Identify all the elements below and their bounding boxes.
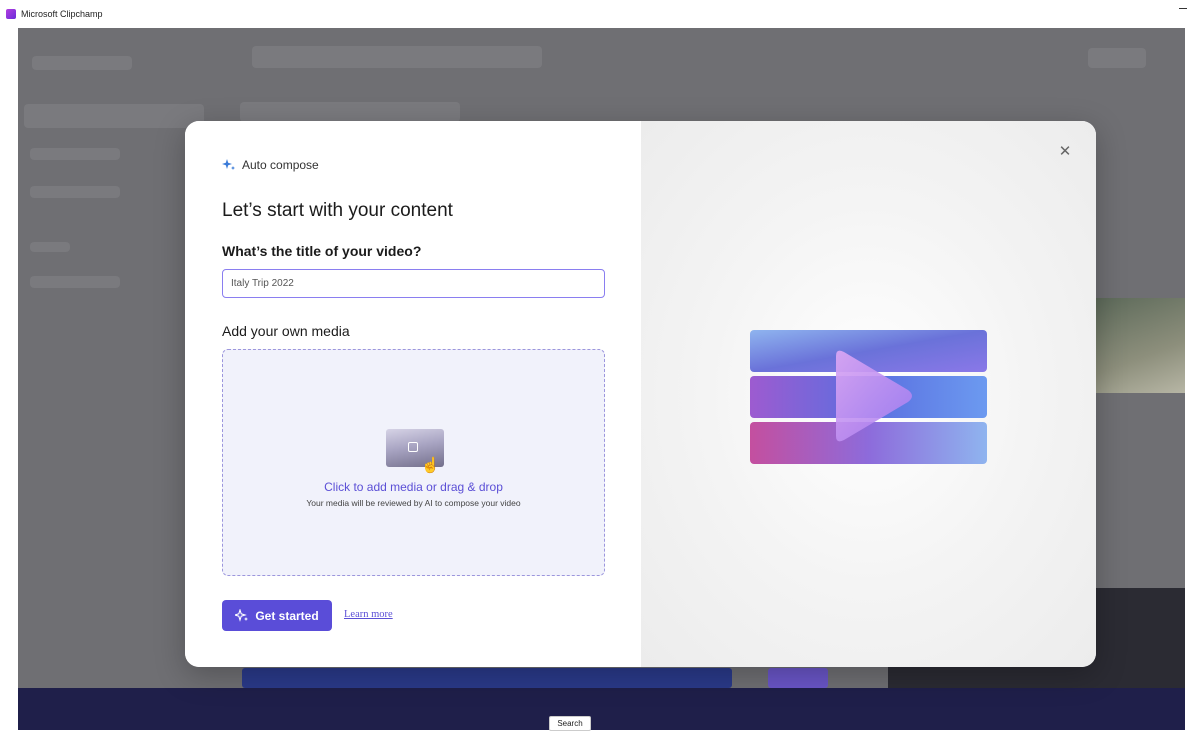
sparkle-icon — [222, 159, 235, 170]
search-tooltip: Search — [549, 716, 591, 731]
dropzone-primary-text: Click to add media or drag & drop — [324, 480, 503, 494]
bg-banner — [242, 668, 732, 688]
auto-compose-dialog: Auto compose Let’s start with your conte… — [185, 121, 1096, 667]
bg-bottom-bar — [18, 688, 1185, 730]
auto-compose-header: Auto compose — [222, 158, 319, 172]
close-icon[interactable]: ✕ — [1058, 144, 1072, 159]
bg-nav-item — [30, 148, 120, 160]
learn-more-link[interactable]: Learn more — [344, 609, 393, 620]
get-started-label: Get started — [255, 608, 319, 623]
clipchamp-logo-icon — [6, 9, 16, 19]
bg-thumbnail — [1096, 298, 1185, 393]
bg-upgrade — [1088, 48, 1146, 68]
bg-search — [252, 46, 542, 68]
bg-banner-button — [768, 668, 828, 688]
window-title: Microsoft Clipchamp — [21, 9, 103, 19]
dialog-heading: Let’s start with your content — [222, 200, 453, 221]
auto-compose-label: Auto compose — [242, 158, 319, 172]
add-media-heading: Add your own media — [222, 323, 350, 339]
video-title-input[interactable] — [222, 269, 605, 298]
dialog-illustration-pane: ✕ — [641, 121, 1096, 667]
media-dropzone[interactable]: ☝ Click to add media or drag & drop Your… — [222, 349, 605, 576]
bg-heading — [240, 102, 460, 122]
bg-nav-section — [30, 242, 70, 252]
window-titlebar: Microsoft Clipchamp — [0, 0, 1191, 28]
sparkle-icon — [235, 608, 249, 622]
dropzone-secondary-text: Your media will be reviewed by AI to com… — [306, 498, 521, 508]
bg-app-logo — [32, 56, 132, 70]
bg-nav-item — [30, 186, 120, 198]
get-started-button[interactable]: Get started — [222, 600, 332, 631]
window-edge — [1185, 28, 1191, 730]
bg-nav-home — [24, 104, 204, 128]
video-title-label: What’s the title of your video? — [222, 243, 422, 259]
minimize-button[interactable] — [1179, 8, 1187, 9]
video-play-illustration — [750, 330, 987, 464]
dialog-content-pane: Auto compose Let’s start with your conte… — [185, 121, 641, 667]
bg-nav-item — [30, 276, 120, 288]
hand-cursor-icon: ☝ — [421, 457, 440, 474]
